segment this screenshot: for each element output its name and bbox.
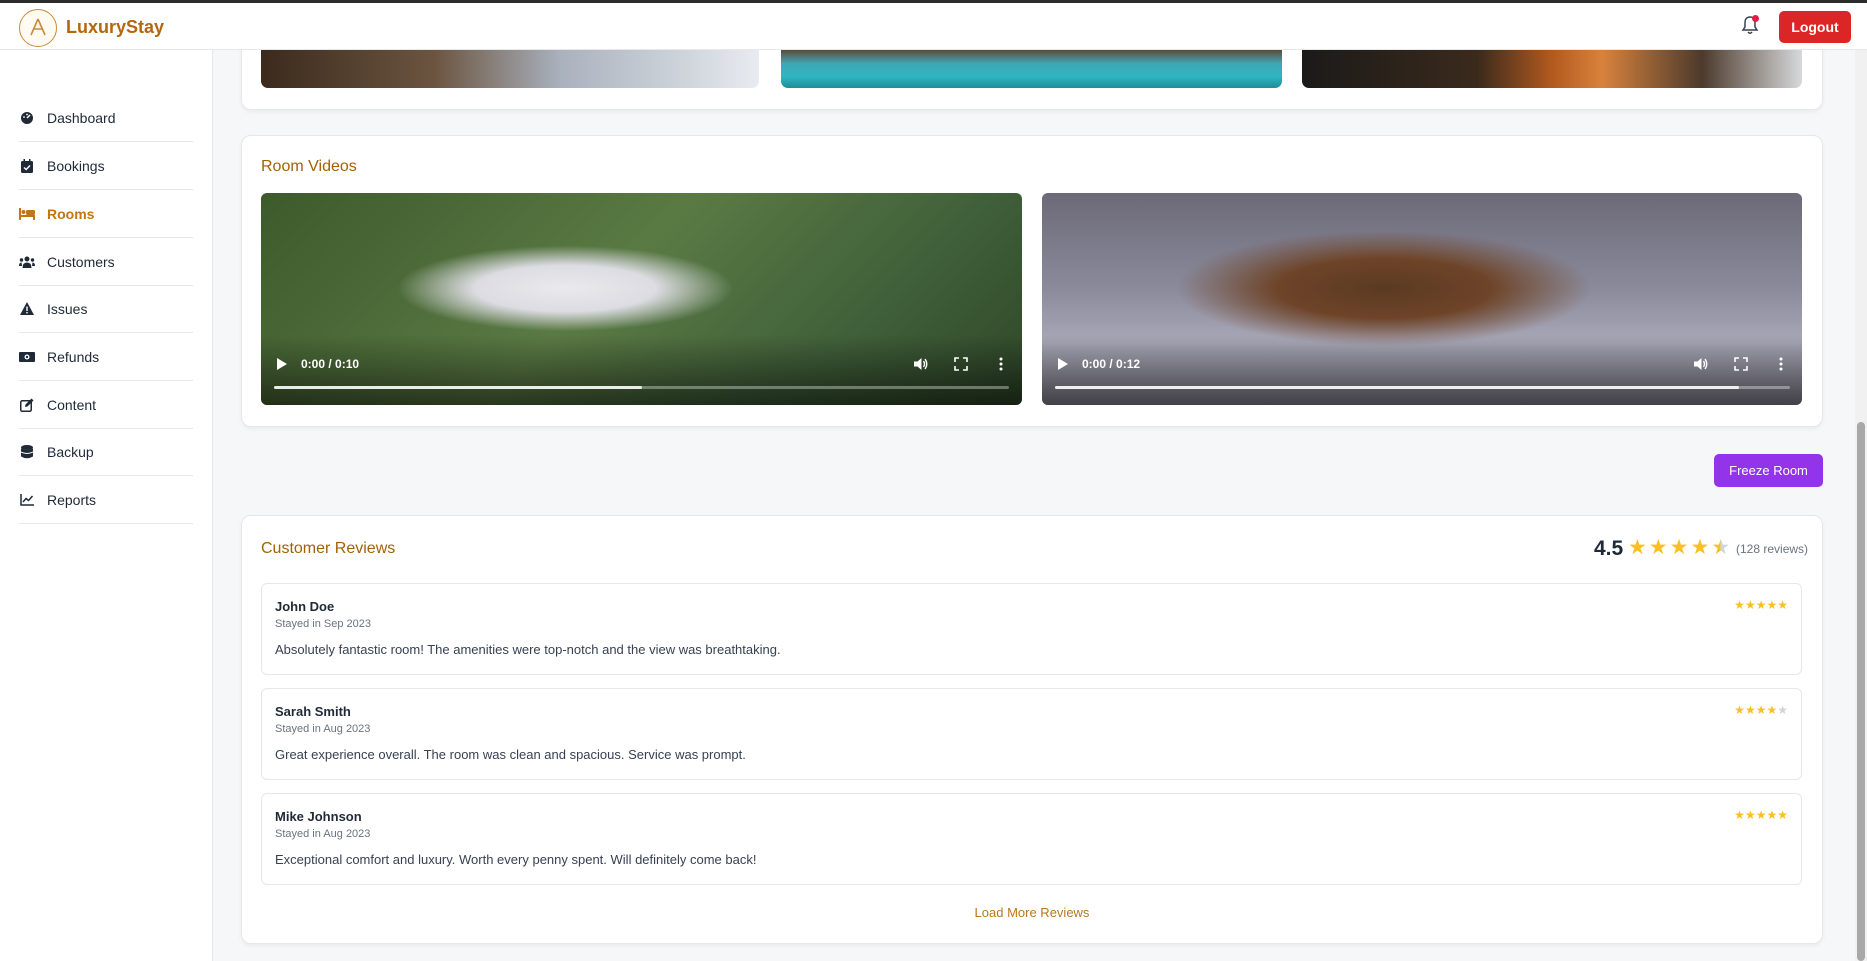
star-icon: ★ <box>1744 808 1756 822</box>
logout-button[interactable]: Logout <box>1779 11 1851 43</box>
star-icon: ★ <box>1777 703 1788 717</box>
star-icon: ★ <box>1690 536 1710 559</box>
star-icon: ★ <box>1648 536 1668 559</box>
users-icon <box>19 254 35 270</box>
star-icon: ★ <box>1777 808 1788 822</box>
reviewer-name: Mike Johnson <box>275 809 362 824</box>
video-player-1[interactable]: 0:00 / 0:10 <box>261 193 1022 405</box>
review-card: John Doe Stayed in Sep 2023 Absolutely f… <box>261 583 1802 675</box>
review-stars: ★★★★★ <box>1734 598 1788 612</box>
reviewer-name: Sarah Smith <box>275 704 351 719</box>
star-icon: ★ <box>1755 808 1767 822</box>
half-star-icon: ★ <box>1711 536 1731 559</box>
dashboard-icon <box>19 110 35 126</box>
play-icon[interactable] <box>1058 358 1068 370</box>
freeze-room-button[interactable]: Freeze Room <box>1714 454 1823 487</box>
chart-line-icon <box>19 492 35 508</box>
star-icon: ★ <box>1734 598 1745 612</box>
sidebar-item-refunds[interactable]: Refunds <box>19 333 193 381</box>
review-stars: ★★★★★ <box>1734 703 1788 717</box>
gallery-image-3[interactable] <box>1302 50 1802 88</box>
review-card: Mike Johnson Stayed in Aug 2023 Exceptio… <box>261 793 1802 885</box>
gallery-image-2[interactable] <box>781 50 1282 88</box>
sidebar-item-label: Rooms <box>47 205 95 222</box>
sidebar-item-label: Dashboard <box>47 109 116 126</box>
more-options-icon[interactable] <box>1773 356 1789 372</box>
star-icon: ★ <box>1669 536 1689 559</box>
review-stars: ★★★★★ <box>1734 808 1788 822</box>
star-icon: ★ <box>1744 598 1756 612</box>
video-progress-track[interactable] <box>274 386 1009 389</box>
fullscreen-icon[interactable] <box>1733 356 1749 372</box>
review-stay-date: Stayed in Aug 2023 <box>275 723 371 735</box>
average-rating: 4.5 <box>1594 537 1624 560</box>
sidebar-item-dashboard[interactable]: Dashboard <box>19 94 193 142</box>
volume-icon[interactable] <box>1693 356 1709 372</box>
review-text: Exceptional comfort and luxury. Worth ev… <box>275 852 757 867</box>
customer-reviews-title: Customer Reviews <box>261 540 396 557</box>
star-icon: ★ <box>1766 598 1778 612</box>
sidebar-item-reports[interactable]: Reports <box>19 476 193 524</box>
edit-icon <box>19 397 35 413</box>
sidebar-item-customers[interactable]: Customers <box>19 238 193 286</box>
video-controls: 0:00 / 0:12 <box>1042 335 1802 405</box>
review-text: Great experience overall. The room was c… <box>275 747 746 762</box>
average-rating-stars: ★ ★ ★ ★ ★ <box>1628 537 1730 558</box>
money-icon <box>19 349 35 365</box>
database-icon <box>19 444 35 460</box>
volume-icon[interactable] <box>913 356 929 372</box>
gallery-image-1[interactable] <box>261 50 759 88</box>
sidebar-item-label: Customers <box>47 253 115 270</box>
sidebar-item-label: Reports <box>47 491 97 508</box>
more-options-icon[interactable] <box>993 356 1009 372</box>
sidebar-item-backup[interactable]: Backup <box>19 428 193 476</box>
video-progress-track[interactable] <box>1055 386 1790 389</box>
reviewer-name: John Doe <box>275 599 335 614</box>
star-icon: ★ <box>1755 703 1767 717</box>
top-header: LuxuryStay Logout <box>0 3 1867 50</box>
sidebar: Dashboard Bookings Rooms Customers Issue… <box>0 50 213 961</box>
review-stay-date: Stayed in Aug 2023 <box>275 828 371 840</box>
room-videos-title: Room Videos <box>261 158 357 175</box>
sidebar-item-rooms[interactable]: Rooms <box>19 190 193 238</box>
star-icon: ★ <box>1766 808 1778 822</box>
sidebar-item-label: Issues <box>47 300 88 317</box>
sidebar-item-label: Refunds <box>47 348 100 365</box>
video-player-2[interactable]: 0:00 / 0:12 <box>1042 193 1802 405</box>
sidebar-item-bookings[interactable]: Bookings <box>19 142 193 190</box>
video-progress-fill <box>1055 386 1739 389</box>
page-scrollbar-thumb[interactable] <box>1857 422 1865 961</box>
calendar-check-icon <box>19 158 35 174</box>
star-icon: ★ <box>1628 536 1647 559</box>
fullscreen-icon[interactable] <box>953 356 969 372</box>
review-stay-date: Stayed in Sep 2023 <box>275 618 372 630</box>
review-count: (128 reviews) <box>1736 542 1809 556</box>
notification-dot <box>1752 15 1759 22</box>
star-icon: ★ <box>1734 808 1745 822</box>
review-card: Sarah Smith Stayed in Aug 2023 Great exp… <box>261 688 1802 780</box>
logo[interactable] <box>19 9 57 47</box>
play-icon[interactable] <box>277 358 287 370</box>
warning-icon <box>19 301 35 317</box>
brand-name[interactable]: LuxuryStay <box>66 17 164 38</box>
star-icon: ★ <box>1777 598 1788 612</box>
logo-icon <box>30 18 46 36</box>
star-icon: ★ <box>1744 703 1756 717</box>
video-controls: 0:00 / 0:10 <box>261 335 1022 405</box>
sidebar-item-content[interactable]: Content <box>19 381 193 429</box>
load-more-reviews-link[interactable]: Load More Reviews <box>940 905 1124 920</box>
video-time: 0:00 / 0:12 <box>1082 357 1141 371</box>
video-time: 0:00 / 0:10 <box>301 357 360 371</box>
star-icon: ★ <box>1766 703 1778 717</box>
bed-icon <box>19 206 35 222</box>
star-icon: ★ <box>1734 703 1745 717</box>
star-icon: ★ <box>1755 598 1767 612</box>
sidebar-item-label: Bookings <box>47 157 105 174</box>
sidebar-item-label: Content <box>47 396 97 413</box>
sidebar-item-issues[interactable]: Issues <box>19 285 193 333</box>
review-text: Absolutely fantastic room! The amenities… <box>275 642 781 657</box>
video-progress-fill <box>274 386 642 389</box>
sidebar-item-label: Backup <box>47 443 94 460</box>
